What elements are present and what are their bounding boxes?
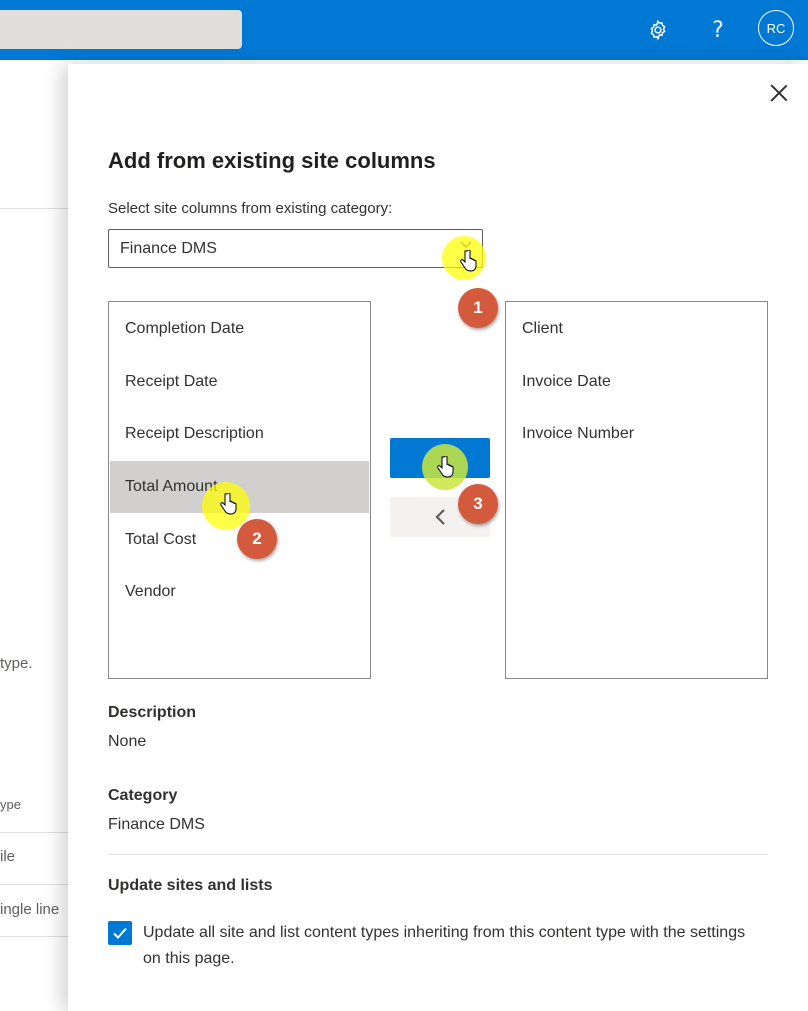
category-heading: Category: [108, 787, 178, 804]
update-checkbox-label[interactable]: Update all site and list content types i…: [143, 920, 763, 972]
divider: [0, 832, 70, 833]
update-heading: Update sites and lists: [108, 877, 273, 894]
step-badge-2: 2: [237, 519, 277, 559]
search-box[interactable]: [0, 10, 242, 49]
step-badge-3: 3: [458, 484, 498, 524]
divider: [0, 936, 70, 937]
update-checkbox[interactable]: [108, 921, 132, 945]
gear-icon: [650, 19, 666, 41]
list-item[interactable]: Vendor: [109, 566, 370, 619]
suite-header: ? RC: [0, 0, 808, 60]
divider: [0, 208, 70, 209]
hand-cursor-icon: [220, 493, 237, 515]
list-item[interactable]: Invoice Date: [506, 356, 767, 409]
chevron-left-icon: [435, 509, 445, 525]
hand-cursor-icon: [460, 250, 477, 272]
hand-cursor-icon: [437, 456, 454, 478]
category-dropdown-value: Finance DMS: [120, 240, 217, 257]
add-site-columns-panel: Add from existing site columns Select si…: [68, 64, 808, 1011]
added-columns-list[interactable]: Client Invoice Date Invoice Number: [505, 301, 768, 679]
checkmark-icon: [113, 927, 127, 939]
background-text: type.: [0, 655, 33, 672]
close-icon[interactable]: [768, 82, 790, 104]
list-item[interactable]: Invoice Number: [506, 408, 767, 461]
background-row-text: ingle line: [0, 901, 60, 918]
description-value: None: [108, 733, 147, 750]
avatar[interactable]: RC: [758, 10, 794, 46]
step-badge-1: 1: [458, 288, 498, 328]
category-dropdown[interactable]: Finance DMS: [108, 229, 483, 268]
help-button[interactable]: ?: [703, 15, 733, 45]
settings-button[interactable]: [643, 15, 673, 45]
category-value: Finance DMS: [108, 816, 205, 833]
panel-title: Add from existing site columns: [108, 148, 436, 173]
divider: [108, 854, 768, 855]
list-item[interactable]: Completion Date: [109, 303, 370, 356]
list-item[interactable]: Client: [506, 303, 767, 356]
background-page: type. ype ile ingle line: [0, 60, 70, 1011]
list-item[interactable]: Receipt Description: [109, 408, 370, 461]
background-column-header: ype: [0, 797, 21, 812]
background-row-text: ile: [0, 848, 16, 865]
description-heading: Description: [108, 704, 197, 721]
list-item[interactable]: Receipt Date: [109, 356, 370, 409]
divider: [0, 884, 70, 885]
category-label: Select site columns from existing catego…: [108, 200, 393, 217]
